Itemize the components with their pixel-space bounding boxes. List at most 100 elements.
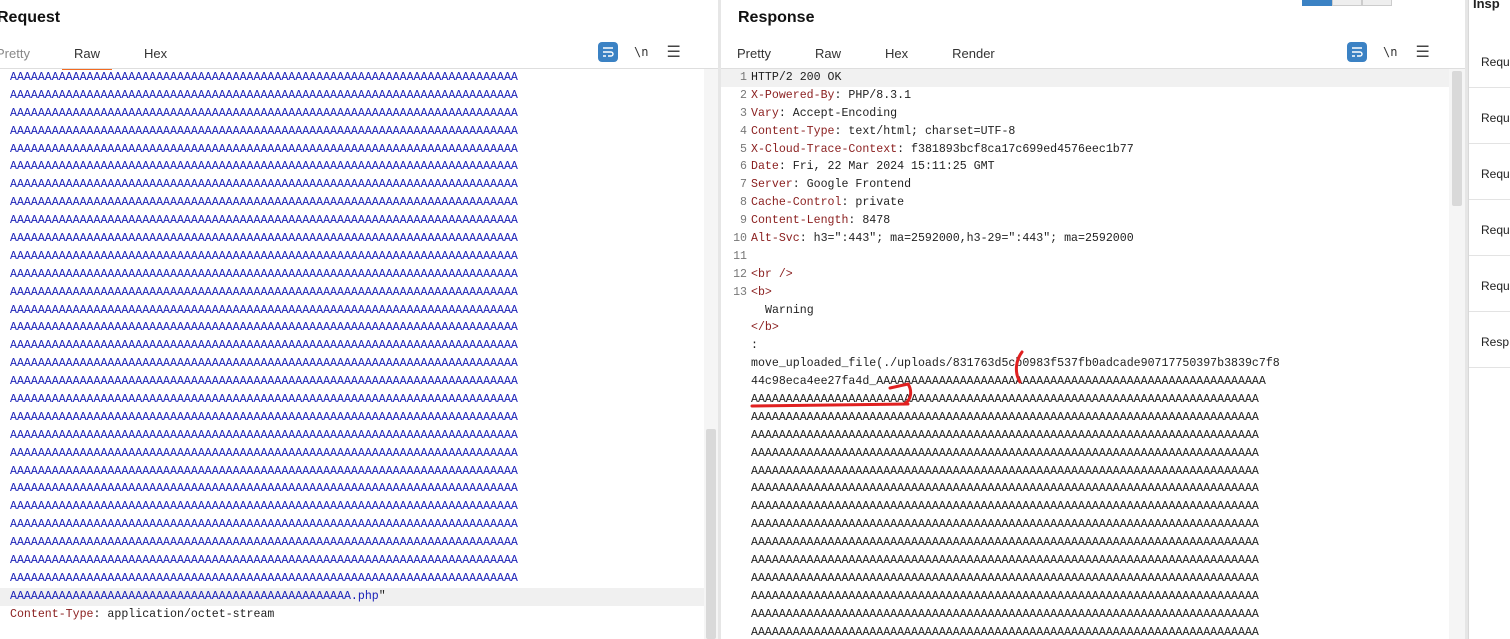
code-line: AAAAAAAAAAAAAAAAAAAAAAAAAAAAAAAAAAAAAAAA… [0,230,718,248]
response-scrollbar[interactable] [1449,69,1465,639]
code-line: 44c98eca4ee27fa4d_AAAAAAAAAAAAAAAAAAAAAA… [721,373,1465,391]
request-scrollbar[interactable] [704,69,718,639]
newline-toggle-button[interactable]: \n [1383,45,1397,59]
code-line: AAAAAAAAAAAAAAAAAAAAAAAAAAAAAAAAAAAAAAAA… [721,552,1465,570]
header-value: : Fri, 22 Mar 2024 15:11:25 GMT [778,160,995,174]
code-line: AAAAAAAAAAAAAAAAAAAAAAAAAAAAAAAAAAAAAAAA… [0,319,718,337]
layout-split-icon[interactable] [1302,0,1332,6]
body-filler-text: AAAAAAAAAAAAAAAAAAAAAAAAAAAAAAAAAAAAAAAA… [751,500,1259,514]
code-line: AAAAAAAAAAAAAAAAAAAAAAAAAAAAAAAAAAAAAAAA… [721,427,1465,445]
body-filler-text: AAAAAAAAAAAAAAAAAAAAAAAAAAAAAAAAAAAAAAAA… [751,518,1259,532]
body-filler-text: AAAAAAAAAAAAAAAAAAAAAAAAAAAAAAAAAAAAAAAA… [751,607,1259,621]
line-number: 5 [740,142,747,156]
header-name: Content-Type [10,607,94,621]
inspector-pane: Insp Requ Requ Requ Requ Requ Resp [1468,0,1510,639]
response-scroll-thumb[interactable] [1452,71,1462,206]
move-uploaded-text: 44c98eca4ee27fa4d_AAAAAAAAAAAAAAAAAAAAAA… [751,375,1266,389]
newline-toggle-button[interactable]: \n [634,45,648,59]
body-filler-text: AAAAAAAAAAAAAAAAAAAAAAAAAAAAAAAAAAAAAAAA… [10,124,518,138]
tab-pretty[interactable]: Pretty [727,40,781,70]
menu-icon[interactable]: ☰ [666,42,680,62]
filename-text: AAAAAAAAAAAAAAAAAAAAAAAAAAAAAAAAAAAAAAAA… [10,589,379,603]
menu-icon[interactable]: ☰ [1415,42,1429,62]
inspector-row[interactable]: Resp [1469,313,1510,368]
code-line: AAAAAAAAAAAAAAAAAAAAAAAAAAAAAAAAAAAAAAAA… [0,516,718,534]
body-filler-text: AAAAAAAAAAAAAAAAAAAAAAAAAAAAAAAAAAAAAAAA… [10,482,518,496]
inspector-row[interactable]: Requ [1469,257,1510,312]
line-content: Server: Google Frontend [751,176,911,194]
inspector-row[interactable]: Requ [1469,201,1510,256]
line-number: 13 [733,285,747,299]
code-line: 4 Content-Type: text/html; charset=UTF-8 [721,123,1465,141]
line-number: 11 [733,249,747,263]
tab-hex[interactable]: Hex [144,40,167,68]
tab-hex[interactable]: Hex [885,40,908,68]
inspector-row[interactable]: Requ [1469,145,1510,200]
code-line: 11 [721,248,1465,266]
code-line: AAAAAAAAAAAAAAAAAAAAAAAAAAAAAAAAAAAAAAAA… [721,409,1465,427]
code-line: AAAAAAAAAAAAAAAAAAAAAAAAAAAAAAAAAAAAAAAA… [0,284,718,302]
quote-char: " [378,589,386,603]
code-line: AAAAAAAAAAAAAAAAAAAAAAAAAAAAAAAAAAAAAAAA… [0,248,718,266]
body-filler-text: AAAAAAAAAAAAAAAAAAAAAAAAAAAAAAAAAAAAAAAA… [10,464,518,478]
tab-pretty[interactable]: Pretty [0,40,30,68]
html-tag: <b> [751,285,772,299]
body-filler-text: AAAAAAAAAAAAAAAAAAAAAAAAAAAAAAAAAAAAAAAA… [751,589,1259,603]
code-line: AAAAAAAAAAAAAAAAAAAAAAAAAAAAAAAAAAAAAAAA… [0,176,718,194]
line-content: AAAAAAAAAAAAAAAAAAAAAAAAAAAAAAAAAAAAAAAA… [751,498,1259,516]
request-editor[interactable]: AAAAAAAAAAAAAAAAAAAAAAAAAAAAAAAAAAAAAAAA… [0,69,718,639]
code-line: AAAAAAAAAAAAAAAAAAAAAAAAAAAAAAAAAAAAAAAA… [0,337,718,355]
code-line: AAAAAAAAAAAAAAAAAAAAAAAAAAAAAAAAAAAAAAAA… [0,302,718,320]
tab-raw[interactable]: Raw [815,40,841,68]
body-filler-text: AAAAAAAAAAAAAAAAAAAAAAAAAAAAAAAAAAAAAAAA… [10,214,518,228]
wrap-lines-icon[interactable] [1347,42,1367,62]
request-scroll-thumb[interactable] [706,429,716,639]
inspector-row[interactable]: Requ [1469,33,1510,88]
body-filler-text: AAAAAAAAAAAAAAAAAAAAAAAAAAAAAAAAAAAAAAAA… [10,88,518,102]
code-line: 9 Content-Length: 8478 [721,212,1465,230]
header-value: : 8478 [848,214,891,228]
code-line: AAAAAAAAAAAAAAAAAAAAAAAAAAAAAAAAAAAAAAAA… [721,463,1465,481]
line-content: Vary: Accept-Encoding [751,105,897,123]
body-filler-text: AAAAAAAAAAAAAAAAAAAAAAAAAAAAAAAAAAAAAAAA… [751,536,1259,550]
code-line: AAAAAAAAAAAAAAAAAAAAAAAAAAAAAAAAAAAAAAAA… [0,409,718,427]
code-line: AAAAAAAAAAAAAAAAAAAAAAAAAAAAAAAAAAAAAAAA… [0,105,718,123]
body-filler-text: AAAAAAAAAAAAAAAAAAAAAAAAAAAAAAAAAAAAAAAA… [10,428,518,442]
line-content: AAAAAAAAAAAAAAAAAAAAAAAAAAAAAAAAAAAAAAAA… [751,463,1259,481]
code-line: AAAAAAAAAAAAAAAAAAAAAAAAAAAAAAAAAAAAAAAA… [0,158,718,176]
code-line: AAAAAAAAAAAAAAAAAAAAAAAAAAAAAAAAAAAAAAAA… [0,552,718,570]
code-line: AAAAAAAAAAAAAAAAAAAAAAAAAAAAAAAAAAAAAAAA… [0,141,718,159]
line-content: AAAAAAAAAAAAAAAAAAAAAAAAAAAAAAAAAAAAAAAA… [751,606,1259,624]
line-content: AAAAAAAAAAAAAAAAAAAAAAAAAAAAAAAAAAAAAAAA… [751,480,1259,498]
colon-text: : [751,339,758,353]
layout-horizontal-icon[interactable] [1332,0,1362,6]
code-line: AAAAAAAAAAAAAAAAAAAAAAAAAAAAAAAAAAAAAAAA… [0,445,718,463]
line-content: AAAAAAAAAAAAAAAAAAAAAAAAAAAAAAAAAAAAAAAA… [751,409,1259,427]
line-content: HTTP/2 200 OK [751,69,841,87]
body-filler-text: AAAAAAAAAAAAAAAAAAAAAAAAAAAAAAAAAAAAAAAA… [10,71,518,84]
body-filler-text: AAAAAAAAAAAAAAAAAAAAAAAAAAAAAAAAAAAAAAAA… [10,196,518,210]
tab-render[interactable]: Render [952,40,995,68]
header-name: Cache-Control [751,196,842,210]
response-editor[interactable]: 1 HTTP/2 200 OK 2 X-Powered-By: PHP/8.3.1 3 V… [721,69,1465,639]
line-content: Content-Type: text/html; charset=UTF-8 [751,123,1015,141]
layout-vertical-icon[interactable] [1362,0,1392,6]
layout-toggle[interactable] [1302,0,1392,6]
header-name: Server [751,178,793,192]
wrap-lines-icon[interactable] [598,42,618,62]
header-value: : private [841,196,905,210]
line-content: Alt-Svc: h3=":443"; ma=2592000,h3-29=":4… [751,230,1134,248]
header-name: Content-Type [751,124,835,138]
line-number: 4 [740,124,747,138]
header-name: Alt-Svc [751,232,800,246]
response-toolbar: \n ☰ [1347,42,1430,62]
body-filler-text: AAAAAAAAAAAAAAAAAAAAAAAAAAAAAAAAAAAAAAAA… [10,518,518,532]
line-content: AAAAAAAAAAAAAAAAAAAAAAAAAAAAAAAAAAAAAAAA… [751,570,1259,588]
header-name: Content-Length [751,214,849,228]
inspector-row[interactable]: Requ [1469,89,1510,144]
code-line: AAAAAAAAAAAAAAAAAAAAAAAAAAAAAAAAAAAAAAAA… [0,212,718,230]
body-filler-text: AAAAAAAAAAAAAAAAAAAAAAAAAAAAAAAAAAAAAAAA… [10,160,518,174]
tab-raw[interactable]: Raw [61,40,113,70]
body-filler-text: AAAAAAAAAAAAAAAAAAAAAAAAAAAAAAAAAAAAAAAA… [751,482,1259,496]
move-uploaded-text: move_uploaded_file(./uploads/831763d5cb0… [751,357,1280,371]
